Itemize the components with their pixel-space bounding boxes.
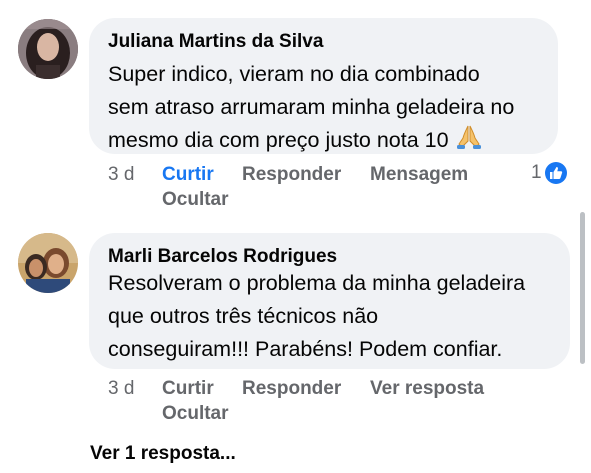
comment-text-line: mesmo dia com preço justo nota 10 — [108, 128, 449, 152]
comment-text: Resolveram o problema da minha geladeira… — [108, 267, 525, 366]
comment-text-line: conseguiram!!! Parabéns! Podem confiar. — [108, 337, 503, 361]
comment-time[interactable]: 3 d — [108, 377, 134, 401]
comment-author[interactable]: Marli Barcelos Rodrigues — [108, 246, 337, 268]
hide-button[interactable]: Ocultar — [162, 402, 229, 426]
reaction-count: 1 — [531, 162, 542, 183]
comment-text-line: sem atraso arrumaram minha geladeira no — [108, 95, 515, 119]
comment-text-line: Super indico, vieram no dia combinado — [108, 62, 480, 86]
view-reply-button[interactable]: Ver resposta — [370, 377, 484, 401]
reply-button[interactable]: Responder — [242, 163, 341, 187]
thumbs-up-icon — [544, 162, 567, 184]
praying-hands-icon — [455, 124, 483, 160]
view-more-replies-link[interactable]: Ver 1 resposta... — [90, 443, 236, 465]
like-button[interactable]: Curtir — [162, 163, 214, 187]
hide-button[interactable]: Ocultar — [162, 188, 229, 212]
avatar-marli[interactable] — [18, 233, 78, 293]
scrollbar[interactable] — [580, 212, 585, 364]
reply-button[interactable]: Responder — [242, 377, 341, 401]
comment-text: Super indico, vieram no dia combinado se… — [108, 58, 514, 160]
avatar-juliana[interactable] — [18, 19, 78, 79]
comment-author[interactable]: Juliana Martins da Silva — [108, 31, 323, 53]
comment-time[interactable]: 3 d — [108, 163, 134, 187]
reaction-summary[interactable]: 1 — [531, 161, 567, 185]
like-button[interactable]: Curtir — [162, 377, 214, 401]
comment-text-line: Resolveram o problema da minha geladeira — [108, 271, 526, 295]
message-button[interactable]: Mensagem — [370, 163, 468, 187]
comment-text-line: que outros três técnicos não — [108, 304, 379, 328]
